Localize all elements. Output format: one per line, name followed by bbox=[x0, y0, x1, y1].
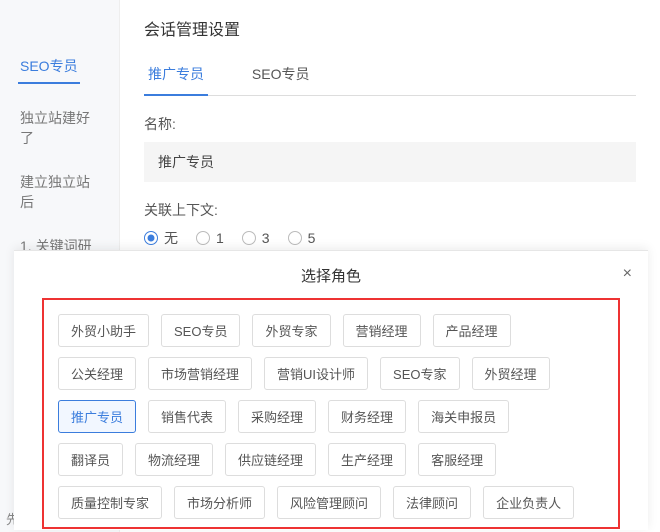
tab-promotion[interactable]: 推广专员 bbox=[144, 54, 208, 96]
name-value[interactable]: 推广专员 bbox=[144, 142, 636, 182]
page-title: 会话管理设置 bbox=[144, 16, 636, 40]
role-tag[interactable]: 供应链经理 bbox=[225, 443, 316, 476]
tabs: 推广专员 SEO专员 bbox=[144, 54, 636, 96]
role-tag[interactable]: 法律顾问 bbox=[393, 486, 471, 519]
role-tag[interactable]: 企业负责人 bbox=[483, 486, 574, 519]
role-tag[interactable]: 外贸经理 bbox=[472, 357, 550, 390]
name-label: 名称: bbox=[144, 114, 636, 134]
role-tag[interactable]: 市场分析师 bbox=[174, 486, 265, 519]
role-tag[interactable]: 质量控制专家 bbox=[58, 486, 162, 519]
context-label: 关联上下文: bbox=[144, 200, 636, 220]
role-tag[interactable]: 销售代表 bbox=[148, 400, 226, 433]
close-icon[interactable]: × bbox=[623, 265, 632, 283]
role-tag[interactable]: 外贸专家 bbox=[252, 314, 330, 347]
radio-1[interactable]: 1 bbox=[196, 230, 224, 246]
role-tag[interactable]: 营销UI设计师 bbox=[264, 357, 368, 390]
dialog-title: 选择角色 × bbox=[14, 251, 648, 298]
role-tag[interactable]: 市场营销经理 bbox=[148, 357, 252, 390]
role-tag[interactable]: 翻译员 bbox=[58, 443, 123, 476]
role-tag[interactable]: SEO专员 bbox=[161, 314, 240, 347]
radio-5[interactable]: 5 bbox=[288, 230, 316, 246]
role-tag[interactable]: 采购经理 bbox=[238, 400, 316, 433]
context-radios: 无 1 3 5 bbox=[144, 228, 636, 248]
role-tag[interactable]: 推广专员 bbox=[58, 400, 136, 433]
radio-none[interactable]: 无 bbox=[144, 228, 178, 248]
role-tag[interactable]: 风险管理顾问 bbox=[277, 486, 381, 519]
role-tag[interactable]: 外贸小助手 bbox=[58, 314, 149, 347]
radio-3[interactable]: 3 bbox=[242, 230, 270, 246]
role-tag[interactable]: 财务经理 bbox=[328, 400, 406, 433]
role-tag[interactable]: 客服经理 bbox=[418, 443, 496, 476]
role-tag[interactable]: 产品经理 bbox=[433, 314, 511, 347]
role-tag[interactable]: 物流经理 bbox=[135, 443, 213, 476]
role-tag[interactable]: 营销经理 bbox=[343, 314, 421, 347]
role-tag[interactable]: 生产经理 bbox=[328, 443, 406, 476]
sidebar-item[interactable]: 建立独立站后 bbox=[0, 160, 119, 224]
role-tag[interactable]: 海关申报员 bbox=[418, 400, 509, 433]
role-dialog: 选择角色 × 外贸小助手 SEO专员外贸专家营销经理产品经理公关经理市场营销经理营… bbox=[14, 250, 648, 530]
sidebar-item[interactable]: SEO专员 bbox=[18, 50, 80, 84]
role-list-box: 外贸小助手 SEO专员外贸专家营销经理产品经理公关经理市场营销经理营销UI设计师 S… bbox=[42, 298, 620, 529]
role-tag[interactable]: SEO专家 bbox=[380, 357, 459, 390]
role-tag[interactable]: 公关经理 bbox=[58, 357, 136, 390]
sidebar-item[interactable]: 独立站建好了 bbox=[0, 96, 119, 160]
tab-seo[interactable]: SEO专员 bbox=[248, 54, 314, 94]
